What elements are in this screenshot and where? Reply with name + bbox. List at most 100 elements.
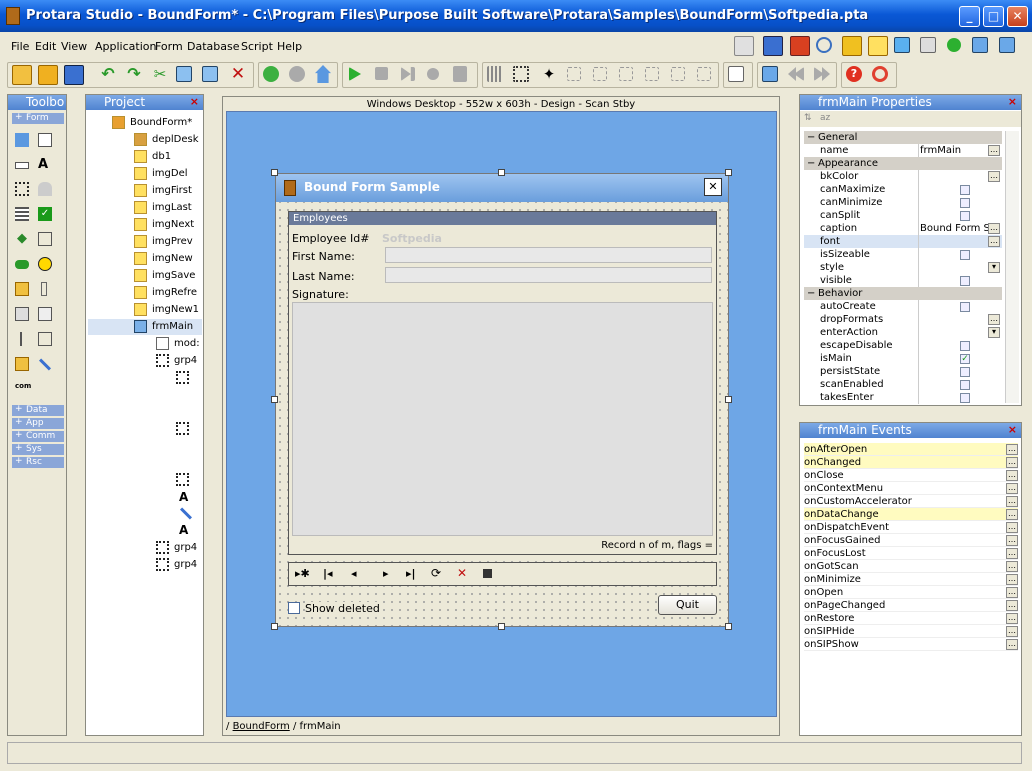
ellipsis-button[interactable]: … xyxy=(988,145,1000,156)
undo-icon[interactable]: ↶ xyxy=(98,65,118,85)
prop-row[interactable]: canMinimize xyxy=(804,196,1002,209)
run-status-icon[interactable] xyxy=(947,38,961,52)
new-icon[interactable] xyxy=(12,65,32,85)
prop-checkbox[interactable] xyxy=(960,198,970,208)
ellipsis-button[interactable]: … xyxy=(1006,613,1018,624)
ellipsis-button[interactable]: … xyxy=(1006,561,1018,572)
maximize-button[interactable]: □ xyxy=(983,6,1004,27)
checkbox-control-icon[interactable]: ✓ xyxy=(38,207,52,221)
step-icon[interactable] xyxy=(401,67,415,81)
tree-node[interactable]: imgPrev xyxy=(152,236,193,247)
project-toggle-icon[interactable] xyxy=(790,36,810,56)
separator-control-icon[interactable] xyxy=(20,332,22,346)
menu-script[interactable]: Script xyxy=(241,40,273,53)
prop-cat-general[interactable]: General xyxy=(804,131,1002,144)
tab-control-icon[interactable] xyxy=(15,307,29,321)
resize-handle[interactable] xyxy=(271,169,278,176)
event-row[interactable]: onFocusLost… xyxy=(804,547,1018,560)
prop-cat-behavior[interactable]: Behavior xyxy=(804,287,1002,300)
event-row[interactable]: onSIPShow… xyxy=(804,638,1018,651)
copy-icon[interactable] xyxy=(176,66,192,82)
prop-row[interactable]: canMaximize xyxy=(804,183,1002,196)
document-icon[interactable] xyxy=(728,66,744,82)
layout-icon[interactable] xyxy=(734,36,754,56)
tree-node[interactable]: grp4 xyxy=(174,559,197,570)
menu-application[interactable]: Application xyxy=(95,40,156,53)
close-button[interactable]: ✕ xyxy=(1007,6,1028,27)
toolbox-cat-sys[interactable]: Sys xyxy=(12,443,64,455)
ellipsis-button[interactable]: … xyxy=(988,171,1000,182)
textbox-control-icon[interactable] xyxy=(15,162,29,169)
save-icon[interactable] xyxy=(64,65,84,85)
ellipsis-button[interactable]: … xyxy=(1006,600,1018,611)
event-row[interactable]: onOpen… xyxy=(804,586,1018,599)
form-close-button[interactable]: ✕ xyxy=(704,178,722,196)
first-record-icon[interactable]: |◂ xyxy=(323,567,333,580)
toolbox-cat-rsc[interactable]: Rsc xyxy=(12,456,64,468)
prop-checkbox[interactable] xyxy=(960,185,970,195)
run-icon[interactable] xyxy=(349,67,361,81)
comment-icon[interactable] xyxy=(868,36,888,56)
frame-control-icon[interactable] xyxy=(15,182,29,196)
scrollbar-control-icon[interactable] xyxy=(41,282,47,296)
grid-control-icon[interactable] xyxy=(15,133,29,147)
event-row[interactable]: onSIPHide… xyxy=(804,625,1018,638)
ellipsis-button[interactable]: … xyxy=(1006,639,1018,650)
properties-scrollbar[interactable] xyxy=(1005,131,1019,403)
menu-help[interactable]: Help xyxy=(277,40,302,53)
prop-row[interactable]: escapeDisable xyxy=(804,339,1002,352)
ellipsis-button[interactable]: … xyxy=(1006,509,1018,520)
last-name-input[interactable] xyxy=(385,267,712,283)
align-left-icon[interactable] xyxy=(567,67,581,81)
prop-row[interactable]: font… xyxy=(804,235,1002,248)
event-row[interactable]: onDataChange… xyxy=(804,508,1018,521)
last-record-icon[interactable]: ▸| xyxy=(406,567,416,580)
pause-icon[interactable] xyxy=(427,68,439,80)
tree-node[interactable]: imgNew xyxy=(152,253,193,264)
prop-row[interactable]: name frmMain… xyxy=(804,144,1002,157)
delete-record-icon[interactable]: ✕ xyxy=(457,566,467,580)
prop-checkbox[interactable] xyxy=(960,302,970,312)
resize-handle[interactable] xyxy=(498,169,505,176)
prop-row[interactable]: isMain ✓ xyxy=(804,352,1002,365)
first-name-input[interactable] xyxy=(385,247,712,263)
sort-category-icon[interactable]: ⇅ xyxy=(804,113,812,123)
tree-node[interactable]: imgRefre xyxy=(152,287,197,298)
resize-handle[interactable] xyxy=(725,396,732,403)
tree-node[interactable]: imgFirst xyxy=(152,185,192,196)
align-right-icon[interactable] xyxy=(619,67,633,81)
ellipsis-button[interactable]: … xyxy=(1006,548,1018,559)
prop-row[interactable]: canSplit xyxy=(804,209,1002,222)
prop-row[interactable]: isSizeable xyxy=(804,248,1002,261)
event-row[interactable]: onCustomAccelerator… xyxy=(804,495,1018,508)
com-control-icon[interactable]: com xyxy=(15,382,31,396)
prev-record-icon[interactable]: ◂ xyxy=(351,567,357,580)
ellipsis-button[interactable]: … xyxy=(1006,457,1018,468)
fast-forward-icon[interactable] xyxy=(814,67,830,81)
tree-node[interactable]: imgSave xyxy=(152,270,195,281)
prop-checkbox[interactable] xyxy=(960,380,970,390)
minimize-button[interactable]: _ xyxy=(959,6,980,27)
prop-row[interactable]: style ▾ xyxy=(804,261,1002,274)
menu-edit[interactable]: Edit xyxy=(35,40,56,53)
table-control-icon[interactable] xyxy=(15,282,29,296)
toolbox-cat-app[interactable]: App xyxy=(12,417,64,429)
toolbox-cat-form[interactable]: Form xyxy=(12,112,64,124)
signature-pad[interactable] xyxy=(292,302,713,536)
align-middle-icon[interactable] xyxy=(671,67,685,81)
prop-checkbox[interactable] xyxy=(960,211,970,221)
resize-handle[interactable] xyxy=(271,396,278,403)
tree-node[interactable]: grp4 xyxy=(174,542,197,553)
event-row[interactable]: onGotScan… xyxy=(804,560,1018,573)
tree-node[interactable]: grp4 xyxy=(174,355,197,366)
text-control-icon[interactable]: A xyxy=(38,157,52,172)
chevron-down-icon[interactable]: ▾ xyxy=(988,327,1000,338)
debug-icon[interactable] xyxy=(453,66,467,82)
support-icon[interactable] xyxy=(872,66,888,82)
ellipsis-button[interactable]: … xyxy=(1006,444,1018,455)
close-icon[interactable]: × xyxy=(190,95,199,109)
resize-handle[interactable] xyxy=(498,623,505,630)
align-top-icon[interactable] xyxy=(645,67,659,81)
ellipsis-button[interactable]: … xyxy=(1006,574,1018,585)
event-row[interactable]: onChanged… xyxy=(804,456,1018,469)
